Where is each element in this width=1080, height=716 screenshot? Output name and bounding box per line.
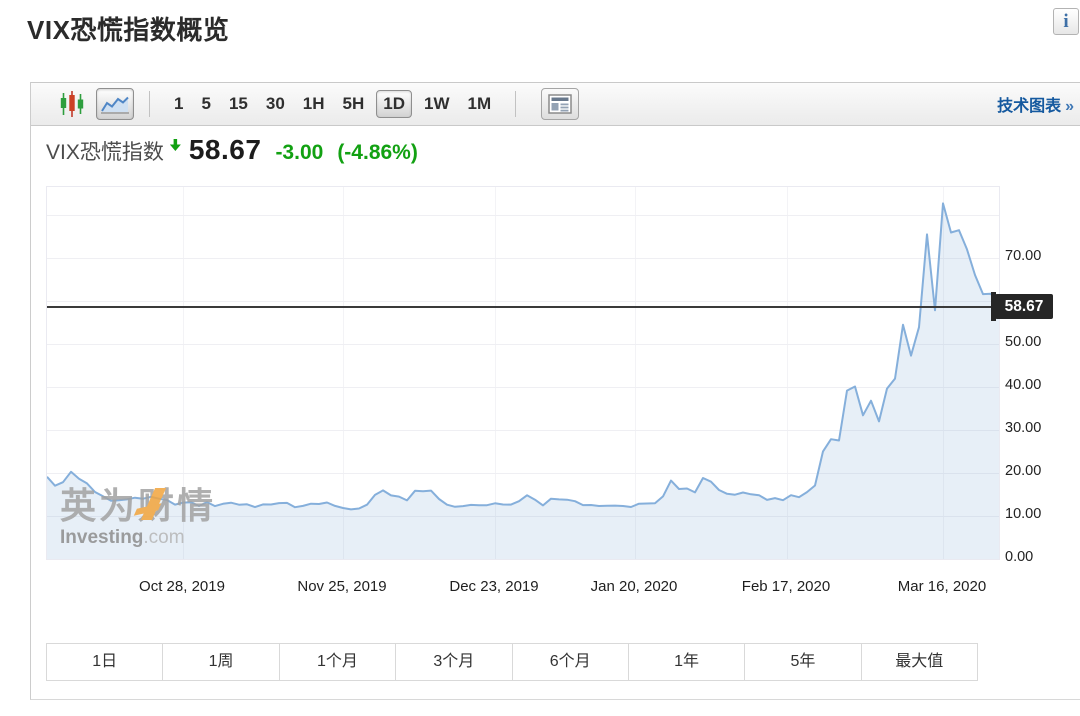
- range-button-5[interactable]: 6个月: [513, 644, 629, 680]
- y-axis-label: 40.00: [1005, 377, 1075, 393]
- interval-1d[interactable]: 1D: [376, 90, 412, 118]
- x-axis-label: Feb 17, 2020: [742, 578, 830, 595]
- y-axis-label: 30.00: [1005, 420, 1075, 436]
- page: VIX恐慌指数概览 i: [0, 0, 1080, 716]
- last-price-line: [47, 306, 999, 308]
- toolbar-divider: [515, 91, 516, 117]
- range-button-7[interactable]: 5年: [745, 644, 861, 680]
- range-button-3[interactable]: 1个月: [280, 644, 396, 680]
- interval-30[interactable]: 30: [257, 90, 294, 118]
- last-price: 58.67: [189, 134, 262, 166]
- y-axis-label: 20.00: [1005, 463, 1075, 479]
- x-axis-label: Dec 23, 2019: [449, 578, 538, 595]
- chart-plot[interactable]: [46, 186, 1000, 560]
- line-chart-icon: [101, 94, 129, 114]
- range-button-6[interactable]: 1年: [629, 644, 745, 680]
- x-axis-label: Jan 20, 2020: [591, 578, 678, 595]
- news-panel-icon: [548, 94, 572, 114]
- chart-widget: 1515301H5H1D1W1M 技术图表» VIX恐慌指数 58.67 -3.…: [30, 82, 1080, 700]
- x-axis-label: Mar 16, 2020: [898, 578, 986, 595]
- x-axis-label: Oct 28, 2019: [139, 578, 225, 595]
- interval-group: 1515301H5H1D1W1M: [165, 90, 500, 118]
- news-panel-button[interactable]: [541, 88, 579, 120]
- range-button-4[interactable]: 3个月: [396, 644, 512, 680]
- interval-1m[interactable]: 1M: [458, 90, 500, 118]
- range-button-2[interactable]: 1周: [163, 644, 279, 680]
- instrument-name: VIX恐慌指数: [46, 136, 164, 166]
- y-axis-label: 70.00: [1005, 248, 1075, 264]
- down-arrow-icon: [170, 139, 181, 151]
- interval-5h[interactable]: 5H: [334, 90, 374, 118]
- range-button-bar: 1日1周1个月3个月6个月1年5年最大值: [46, 643, 978, 681]
- price-change-percent: (-4.86%): [337, 141, 418, 165]
- x-axis-label: Nov 25, 2019: [297, 578, 386, 595]
- y-axis-label: 10.00: [1005, 506, 1075, 522]
- interval-5[interactable]: 5: [192, 90, 219, 118]
- candlestick-icon: [59, 90, 86, 118]
- interval-1w[interactable]: 1W: [415, 90, 459, 118]
- info-button[interactable]: i: [1053, 8, 1079, 35]
- technical-chart-link[interactable]: 技术图表»: [997, 92, 1074, 116]
- interval-15[interactable]: 15: [220, 90, 257, 118]
- range-button-8[interactable]: 最大值: [862, 644, 977, 680]
- quote-header: VIX恐慌指数 58.67 -3.00 (-4.86%): [46, 134, 418, 166]
- candlestick-chart-button[interactable]: [59, 90, 86, 118]
- toolbar-divider: [149, 91, 150, 117]
- info-icon: i: [1063, 11, 1068, 32]
- y-axis-label: 50.00: [1005, 334, 1075, 350]
- page-title: VIX恐慌指数概览: [27, 10, 229, 47]
- last-price-badge: 58.67: [995, 294, 1053, 319]
- chart-toolbar: 1515301H5H1D1W1M 技术图表»: [31, 82, 1080, 126]
- interval-1h[interactable]: 1H: [294, 90, 334, 118]
- price-change: -3.00: [275, 141, 323, 165]
- interval-1[interactable]: 1: [165, 90, 192, 118]
- area-series: [47, 187, 999, 559]
- line-chart-button[interactable]: [96, 88, 134, 120]
- y-axis-label: 0.00: [1005, 549, 1075, 565]
- double-chevron-icon: »: [1065, 98, 1074, 115]
- range-button-1[interactable]: 1日: [47, 644, 163, 680]
